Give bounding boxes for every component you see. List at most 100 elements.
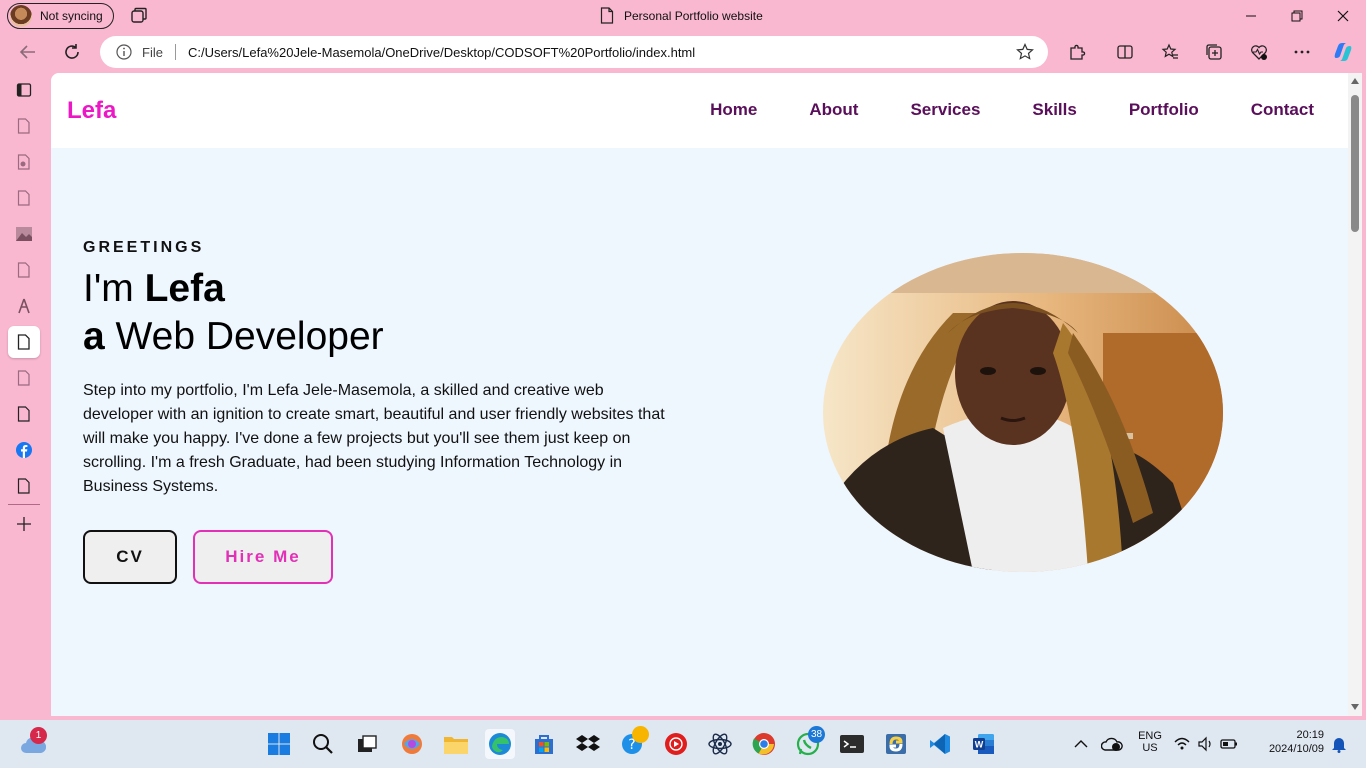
page-icon bbox=[17, 262, 30, 278]
vertical-tab-11[interactable] bbox=[8, 470, 40, 502]
favorites-button[interactable] bbox=[1155, 38, 1185, 66]
vertical-tab-active[interactable] bbox=[8, 326, 40, 358]
vertical-tab-5[interactable] bbox=[8, 254, 40, 286]
split-screen-button[interactable] bbox=[1110, 38, 1140, 66]
dropbox-app[interactable] bbox=[573, 729, 603, 759]
vertical-tab-6[interactable] bbox=[8, 290, 40, 322]
vertical-tab-facebook[interactable] bbox=[8, 434, 40, 466]
search-button[interactable] bbox=[308, 729, 338, 759]
copilot-button[interactable] bbox=[1328, 38, 1358, 66]
active-tab-title: Personal Portfolio website bbox=[600, 7, 763, 24]
profile-button[interactable]: Not syncing bbox=[7, 3, 114, 29]
hero-section: GREETINGS I'm Lefa a Web Developer Step … bbox=[83, 239, 683, 499]
profile-avatar bbox=[10, 5, 32, 27]
nav-contact-link[interactable]: Contact bbox=[1251, 100, 1314, 120]
nav-home-link[interactable]: Home bbox=[710, 100, 757, 120]
youtube-music-app[interactable] bbox=[661, 729, 691, 759]
edge-app[interactable] bbox=[485, 729, 515, 759]
file-explorer-app[interactable] bbox=[441, 729, 471, 759]
address-bar[interactable]: File C:/Users/Lefa%20Jele-Masemola/OneDr… bbox=[100, 36, 1048, 68]
scroll-up-arrow-icon[interactable] bbox=[1351, 78, 1359, 84]
dropbox-icon bbox=[576, 735, 600, 751]
nav-services-link[interactable]: Services bbox=[910, 100, 980, 120]
onedrive-tray[interactable] bbox=[1097, 729, 1127, 759]
workspaces-icon[interactable] bbox=[130, 7, 148, 25]
restore-button[interactable] bbox=[1274, 0, 1320, 32]
restore-icon bbox=[1291, 10, 1303, 22]
react-icon bbox=[708, 733, 732, 755]
back-button[interactable] bbox=[14, 38, 42, 66]
page-icon bbox=[17, 478, 30, 494]
vertical-tab-9[interactable] bbox=[8, 398, 40, 430]
page-icon bbox=[17, 190, 30, 206]
new-tab-button[interactable] bbox=[8, 508, 40, 540]
address-separator bbox=[174, 44, 176, 60]
settings-more-button[interactable] bbox=[1287, 38, 1317, 66]
site-logo[interactable]: Lefa bbox=[67, 97, 116, 125]
react-app[interactable] bbox=[705, 729, 735, 759]
cv-button[interactable]: CV bbox=[83, 530, 177, 584]
scroll-thumb[interactable] bbox=[1351, 95, 1359, 232]
tab-title-text: Personal Portfolio website bbox=[624, 8, 763, 23]
refresh-button[interactable] bbox=[58, 38, 86, 66]
microsoft-store-app[interactable] bbox=[529, 729, 559, 759]
vertical-tab-3[interactable] bbox=[8, 182, 40, 214]
clock[interactable]: 20:19 2024/10/09 bbox=[1254, 729, 1324, 755]
language-code: ENG bbox=[1138, 730, 1162, 742]
page-viewport: Lefa Home About Services Skills Portfoli… bbox=[51, 73, 1348, 716]
browser-essentials-button[interactable] bbox=[1244, 38, 1274, 66]
favorite-star-icon[interactable] bbox=[1016, 43, 1034, 61]
terminal-icon bbox=[840, 735, 864, 753]
vertical-tab-4[interactable] bbox=[8, 218, 40, 250]
clock-date: 2024/10/09 bbox=[1268, 743, 1324, 755]
bell-icon bbox=[1332, 738, 1346, 753]
refresh-icon bbox=[65, 44, 79, 59]
scroll-down-arrow-icon[interactable] bbox=[1351, 704, 1359, 710]
collections-button[interactable] bbox=[1199, 38, 1229, 66]
youtube-music-icon bbox=[665, 733, 687, 755]
word-app[interactable]: W bbox=[969, 729, 999, 759]
extensions-button[interactable] bbox=[1062, 38, 1092, 66]
vscode-app[interactable] bbox=[925, 729, 955, 759]
chrome-app[interactable] bbox=[749, 729, 779, 759]
language-indicator[interactable]: ENG US bbox=[1132, 730, 1168, 754]
browser-toolbar: File C:/Users/Lefa%20Jele-Masemola/OneDr… bbox=[0, 34, 1366, 70]
page-icon bbox=[17, 406, 30, 422]
close-icon bbox=[1337, 10, 1349, 22]
close-button[interactable] bbox=[1320, 0, 1366, 32]
start-button[interactable] bbox=[264, 729, 294, 759]
task-view-button[interactable] bbox=[352, 729, 382, 759]
profile-status-label: Not syncing bbox=[40, 9, 103, 23]
python-icon bbox=[886, 734, 906, 754]
tab-actions-button[interactable] bbox=[8, 74, 40, 106]
nav-about-link[interactable]: About bbox=[809, 100, 858, 120]
scheme-label: File bbox=[142, 44, 163, 60]
heart-pulse-icon bbox=[1251, 45, 1267, 60]
portrait-illustration bbox=[823, 253, 1223, 572]
weather-badge: 1 bbox=[30, 727, 47, 744]
tab-sidebar-icon bbox=[16, 83, 32, 97]
hire-me-button[interactable]: Hire Me bbox=[193, 530, 333, 584]
edge-icon bbox=[489, 733, 511, 755]
back-arrow-icon bbox=[19, 45, 35, 59]
sidebar-divider bbox=[8, 504, 40, 505]
hero-intro: I'm bbox=[83, 267, 145, 310]
vertical-tab-8[interactable] bbox=[8, 362, 40, 394]
python-ide-app[interactable] bbox=[881, 729, 911, 759]
terminal-app[interactable] bbox=[837, 729, 867, 759]
page-scrollbar[interactable] bbox=[1348, 73, 1362, 716]
minimize-button[interactable] bbox=[1228, 0, 1274, 32]
nav-portfolio-link[interactable]: Portfolio bbox=[1129, 100, 1199, 120]
vertical-tab-1[interactable] bbox=[8, 110, 40, 142]
vertical-tab-2[interactable] bbox=[8, 146, 40, 178]
favorites-icon bbox=[1161, 43, 1178, 59]
hero-line-2: a Web Developer bbox=[83, 313, 683, 361]
figure-icon bbox=[18, 298, 30, 314]
notifications-button[interactable] bbox=[1324, 729, 1354, 759]
show-hidden-icons-button[interactable] bbox=[1066, 729, 1096, 759]
nav-skills-link[interactable]: Skills bbox=[1032, 100, 1076, 120]
copilot-taskbar-app[interactable] bbox=[397, 729, 427, 759]
url-text[interactable]: C:/Users/Lefa%20Jele-Masemola/OneDrive/D… bbox=[188, 45, 695, 60]
quick-settings-tray[interactable] bbox=[1173, 729, 1243, 759]
info-icon[interactable] bbox=[116, 44, 132, 60]
